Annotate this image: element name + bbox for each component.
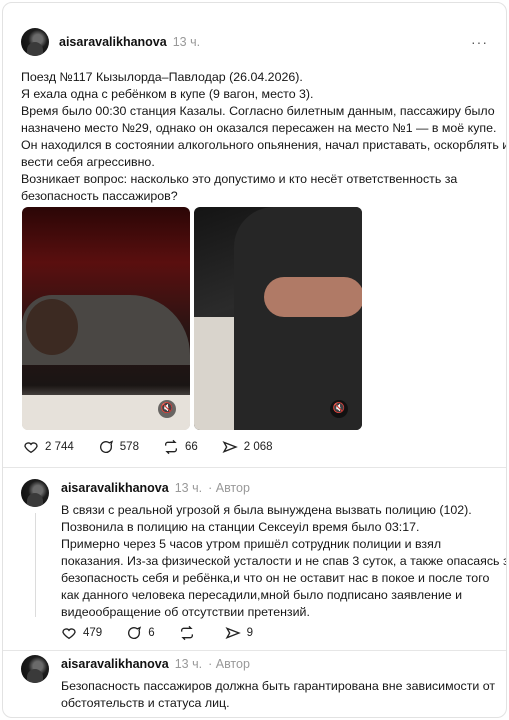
person-figure: [234, 207, 362, 430]
reply-line: Безопасность пассажиров должна быть гара…: [61, 679, 496, 693]
reply-text: Безопасность пассажиров должна быть гара…: [61, 678, 496, 712]
repost-button[interactable]: [179, 625, 201, 641]
reply-line: как данного человека пересадили,мной был…: [61, 588, 462, 602]
more-options-icon[interactable]: ···: [471, 34, 488, 50]
repost-icon: [164, 439, 177, 455]
reply: aisaravalikhanova 13 ч. · Автор В связи …: [21, 479, 507, 621]
like-button[interactable]: 479: [61, 625, 102, 641]
like-button[interactable]: 2 744: [23, 439, 74, 455]
comment-button[interactable]: 6: [126, 625, 155, 641]
post-text: Поезд №117 Кызылорда–Павлодар (26.04.202…: [21, 69, 507, 205]
reply: aisaravalikhanova 13 ч. · Автор Безопасн…: [21, 655, 496, 712]
post-line: Возникает вопрос: насколько это допустим…: [21, 172, 458, 186]
post-line: безопасность пассажиров?: [21, 189, 178, 203]
share-icon: [222, 441, 238, 453]
reply-line: Примерно через 5 часов утром пришёл сотр…: [61, 537, 442, 551]
post-line: назначено место №29, однако он оказался …: [21, 121, 497, 135]
person-head: [26, 299, 78, 355]
video-thumbnail-2[interactable]: 🔇: [194, 207, 362, 430]
reply-time[interactable]: 13 ч.: [175, 481, 202, 495]
comment-count: 6: [148, 627, 155, 639]
reply-line: показания. Из-за физической усталости и …: [61, 554, 507, 568]
heart-icon: [24, 442, 38, 454]
post-time[interactable]: 13 ч.: [173, 35, 200, 49]
post-line: Он находился в состоянии алкогольного оп…: [21, 138, 507, 152]
share-icon: [225, 627, 241, 639]
arm: [264, 277, 362, 317]
divider: [3, 650, 506, 651]
comment-icon: [99, 440, 113, 453]
username[interactable]: aisaravalikhanova: [59, 35, 167, 49]
share-button[interactable]: 2 068: [222, 439, 273, 455]
reply-text: В связи с реальной угрозой я была вынужд…: [61, 502, 507, 621]
author-badge: · Автор: [208, 657, 250, 671]
avatar[interactable]: [21, 28, 49, 56]
repost-count: 66: [184, 441, 198, 453]
comment-count: 578: [119, 441, 139, 453]
like-count: 479: [83, 627, 103, 639]
post-header: aisaravalikhanova 13 ч.: [21, 27, 200, 57]
post-line: Время было 00:30 станция Казалы. Согласн…: [21, 104, 495, 118]
post-line: Поезд №117 Кызылорда–Павлодар (26.04.202…: [21, 70, 303, 84]
reply-line: В связи с реальной угрозой я была вынужд…: [61, 503, 472, 517]
repost-icon: [180, 625, 193, 641]
post-line: Я ехала одна с ребёнком в купе (9 вагон,…: [21, 87, 314, 101]
username[interactable]: aisaravalikhanova: [61, 657, 169, 671]
video-thumbnail-1[interactable]: 🔇: [22, 207, 190, 430]
share-count: 2 068: [243, 441, 273, 453]
divider: [3, 467, 506, 468]
share-button[interactable]: 9: [225, 625, 253, 641]
post-line: вести себя агрессивно.: [21, 155, 155, 169]
reply-line: безопасность себя и ребёнка,и что он не …: [61, 571, 490, 585]
post-actions: 2 744 578 66 2 068: [23, 439, 297, 455]
like-count: 2 744: [45, 441, 74, 453]
author-badge: · Автор: [208, 481, 250, 495]
username[interactable]: aisaravalikhanova: [61, 481, 169, 495]
reply-line: видеообращение об отсутствии претензий.: [61, 605, 310, 619]
avatar[interactable]: [21, 655, 49, 683]
repost-button[interactable]: 66: [163, 439, 198, 455]
thread-line: [35, 513, 36, 617]
reply-line: обстоятельств и статуса лиц.: [61, 696, 230, 710]
reply-line: Позвонила в полицию на станции Сексеуіл …: [61, 520, 420, 534]
share-count: 9: [246, 627, 253, 639]
thread-card: aisaravalikhanova 13 ч. ··· Поезд №117 К…: [2, 2, 507, 718]
avatar[interactable]: [21, 479, 49, 507]
muted-speaker-icon[interactable]: 🔇: [330, 400, 348, 418]
reply-time[interactable]: 13 ч.: [175, 657, 202, 671]
comment-button[interactable]: 578: [98, 439, 139, 455]
heart-icon: [62, 628, 76, 640]
comment-icon: [128, 626, 142, 639]
reply-actions: 479 6 9: [61, 625, 277, 641]
muted-speaker-icon[interactable]: 🔇: [158, 400, 176, 418]
